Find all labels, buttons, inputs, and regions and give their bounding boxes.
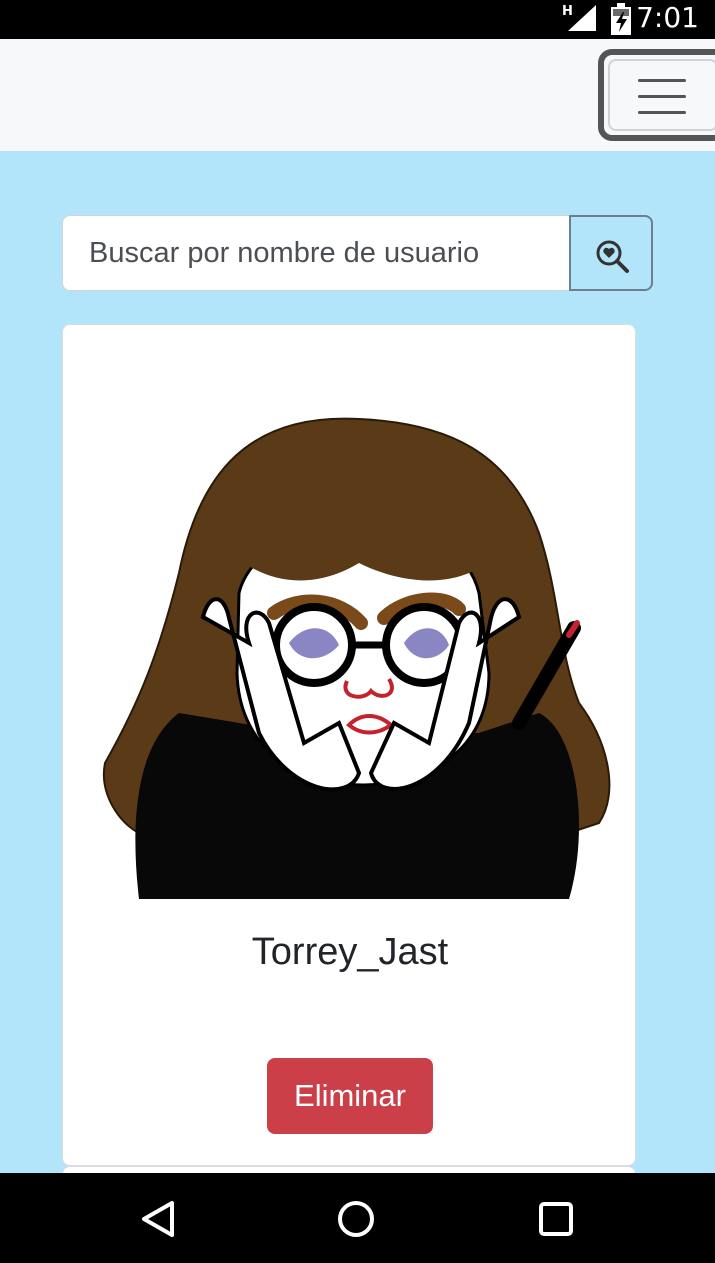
- delete-user-button[interactable]: Eliminar: [267, 1058, 433, 1134]
- user-card: Torrey_Jast Eliminar: [62, 324, 636, 1166]
- home-icon[interactable]: [336, 1199, 376, 1239]
- status-time: 7:01: [636, 1, 699, 34]
- avatar: [102, 417, 611, 899]
- battery-charging-icon: [611, 3, 631, 35]
- menu-toggle-button[interactable]: [598, 49, 715, 141]
- search-heart-icon: [596, 240, 629, 273]
- search-group: [62, 215, 653, 291]
- search-button[interactable]: [569, 215, 653, 291]
- username-label: Torrey_Jast: [251, 931, 449, 973]
- status-bar: H 7:01: [0, 0, 715, 39]
- network-badge: H: [562, 4, 573, 19]
- search-input[interactable]: [62, 215, 570, 291]
- recents-icon[interactable]: [536, 1199, 576, 1239]
- android-nav-bar: [0, 1173, 715, 1263]
- signal-icon: H: [562, 4, 596, 31]
- back-icon[interactable]: [138, 1199, 178, 1239]
